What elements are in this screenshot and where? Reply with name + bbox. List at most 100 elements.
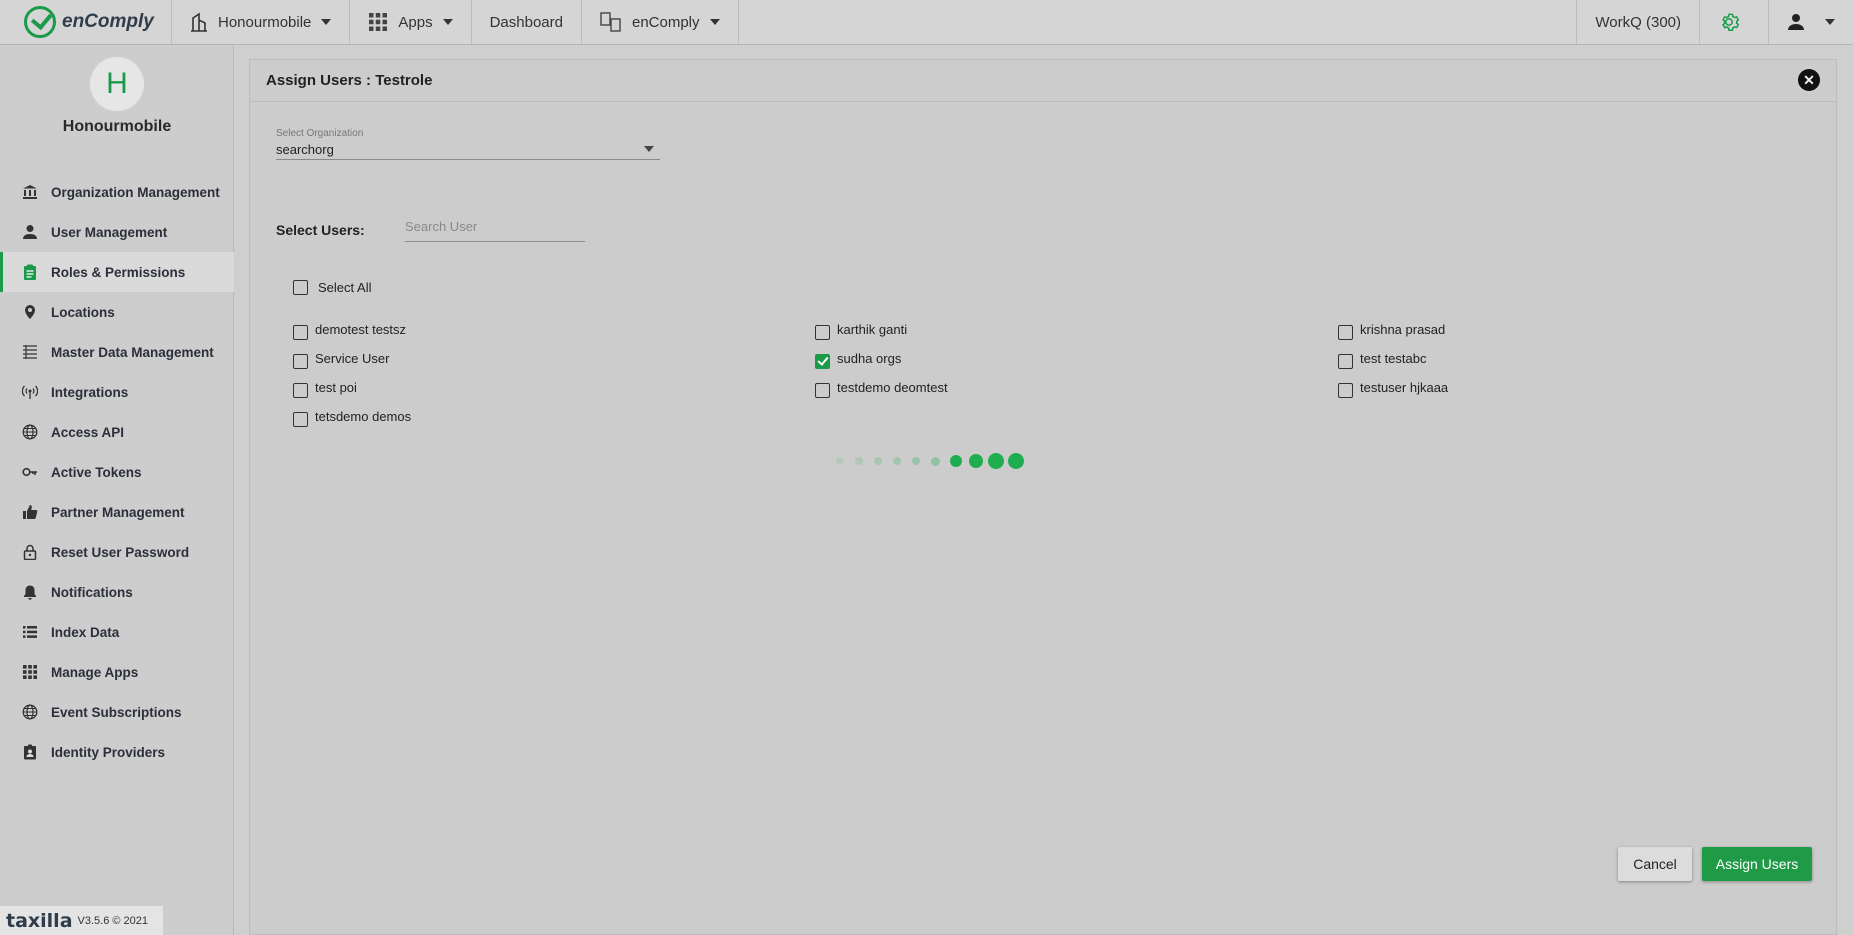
settings-button[interactable] — [1699, 0, 1768, 44]
sidebar-item-label: Integrations — [51, 384, 129, 400]
user-name: karthik ganti — [837, 322, 908, 337]
loader-dot — [988, 453, 1004, 469]
sidebar-item-label: Organization Management — [51, 184, 220, 200]
checkbox-icon — [1338, 383, 1353, 398]
select-all-checkbox[interactable]: Select All — [293, 280, 371, 295]
user-name: tetsdemo demos — [315, 409, 412, 424]
loader-dot — [855, 457, 863, 465]
gear-icon — [1722, 13, 1740, 31]
app-switcher[interactable]: enComply — [582, 0, 739, 44]
checkbox-icon — [1338, 325, 1353, 340]
app-switcher-label: enComply — [631, 13, 700, 31]
key-icon — [22, 464, 38, 480]
user-checkbox-item[interactable]: testdemo deomtest — [815, 380, 948, 398]
sidebar-item-label: Access API — [51, 424, 125, 440]
user-menu[interactable] — [1768, 0, 1853, 44]
id-badge-icon — [22, 744, 38, 760]
sidebar-item-label: Manage Apps — [51, 664, 139, 680]
sidebar-org-name: Honourmobile — [62, 118, 172, 135]
sidebar-item-integrations[interactable]: Integrations — [0, 372, 234, 412]
sidebar-item-roles-permissions[interactable]: Roles & Permissions — [0, 252, 234, 292]
org-switcher[interactable]: Honourmobile — [172, 0, 351, 44]
dashboard-link[interactable]: Dashboard — [472, 0, 582, 44]
org-switcher-label: Honourmobile — [218, 13, 312, 31]
checkbox-icon — [1338, 354, 1353, 369]
person-icon — [22, 224, 38, 240]
user-name: testdemo deomtest — [837, 380, 948, 395]
organization-select[interactable]: Select Organization searchorg — [276, 128, 660, 160]
location-pin-icon — [22, 304, 38, 320]
cancel-button[interactable]: Cancel — [1618, 847, 1692, 881]
sidebar-item-notifications[interactable]: Notifications — [0, 572, 234, 612]
checkbox-icon — [815, 383, 830, 398]
grid-icon — [369, 13, 388, 31]
bell-icon — [22, 584, 38, 600]
user-name: testuser hjkaaa — [1360, 380, 1449, 395]
switch-app-icon — [600, 12, 621, 32]
sidebar-item-master-data-management[interactable]: Master Data Management — [0, 332, 234, 372]
version-text: V3.5.6 © 2021 — [77, 914, 149, 927]
sidebar-item-organization-management[interactable]: Organization Management — [0, 172, 234, 212]
search-user-input[interactable] — [405, 212, 585, 242]
loader-dot — [874, 457, 882, 465]
user-checkbox-item[interactable]: krishna prasad — [1338, 322, 1445, 340]
loader-dot — [893, 457, 901, 465]
sidebar-item-locations[interactable]: Locations — [0, 292, 234, 332]
building-icon — [191, 12, 207, 32]
avatar: H — [90, 57, 144, 111]
sidebar-item-index-data[interactable]: Index Data — [0, 612, 234, 652]
sidebar-item-identity-providers[interactable]: Identity Providers — [0, 732, 234, 772]
sidebar-menu: Organization Management User Management … — [0, 172, 234, 772]
user-checkbox-item[interactable]: tetsdemo demos — [293, 409, 411, 427]
bank-icon — [22, 184, 38, 200]
user-name: test testabc — [1360, 351, 1427, 366]
user-checkbox-item[interactable]: demotest testsz — [293, 322, 406, 340]
user-checkbox-item[interactable]: testuser hjkaaa — [1338, 380, 1448, 398]
sidebar-item-label: Master Data Management — [51, 344, 214, 360]
globe-icon — [22, 704, 38, 720]
user-name: demotest testsz — [315, 322, 407, 337]
close-icon[interactable]: ✕ — [1798, 69, 1820, 91]
user-checkbox-item[interactable]: test poi — [293, 380, 357, 398]
sidebar-item-label: Partner Management — [51, 504, 185, 520]
chevron-down-icon — [644, 146, 654, 152]
sidebar-item-access-api[interactable]: Access API — [0, 412, 234, 452]
globe-icon — [22, 424, 38, 440]
workq-link[interactable]: WorkQ (300) — [1576, 0, 1699, 44]
sidebar-item-manage-apps[interactable]: Manage Apps — [0, 652, 234, 692]
sidebar-item-event-subscriptions[interactable]: Event Subscriptions — [0, 692, 234, 732]
user-checkbox-item[interactable]: test testabc — [1338, 351, 1426, 369]
chevron-down-icon — [709, 19, 720, 25]
checkbox-icon — [293, 383, 308, 398]
antenna-icon — [22, 384, 38, 400]
chevron-down-icon — [1825, 19, 1835, 25]
user-name: krishna prasad — [1360, 322, 1446, 337]
sidebar-item-user-management[interactable]: User Management — [0, 212, 234, 252]
chevron-down-icon — [442, 19, 453, 25]
loading-spinner — [836, 452, 1036, 470]
sidebar-item-active-tokens[interactable]: Active Tokens — [0, 452, 234, 492]
sidebar-item-reset-user-password[interactable]: Reset User Password — [0, 532, 234, 572]
sidebar-item-partner-management[interactable]: Partner Management — [0, 492, 234, 532]
lock-icon — [22, 544, 38, 560]
select-users-label: Select Users: — [276, 222, 365, 238]
user-checkbox-item[interactable]: karthik ganti — [815, 322, 907, 340]
sidebar-item-label: User Management — [51, 224, 168, 240]
checkbox-icon — [293, 354, 308, 369]
thumbs-up-icon — [22, 504, 38, 520]
checkbox-checked-icon — [815, 354, 830, 369]
user-name: test poi — [315, 380, 357, 395]
checkbox-icon — [815, 325, 830, 340]
assign-users-button[interactable]: Assign Users — [1702, 847, 1812, 881]
dialog-header: Assign Users : Testrole ✕ — [250, 60, 1836, 102]
apps-menu[interactable]: Apps — [350, 0, 472, 44]
user-checkbox-item[interactable]: Service User — [293, 351, 389, 369]
organization-select-label: Select Organization — [276, 128, 364, 139]
brand-logo[interactable]: enComply — [0, 0, 172, 44]
sidebar-item-label: Roles & Permissions — [51, 264, 186, 280]
checkbox-icon — [293, 325, 308, 340]
organization-select-value: searchorg — [276, 142, 334, 157]
loader-dot — [912, 457, 920, 465]
user-checkbox-item[interactable]: sudha orgs — [815, 351, 901, 369]
sidebar-item-label: Index Data — [51, 624, 120, 640]
